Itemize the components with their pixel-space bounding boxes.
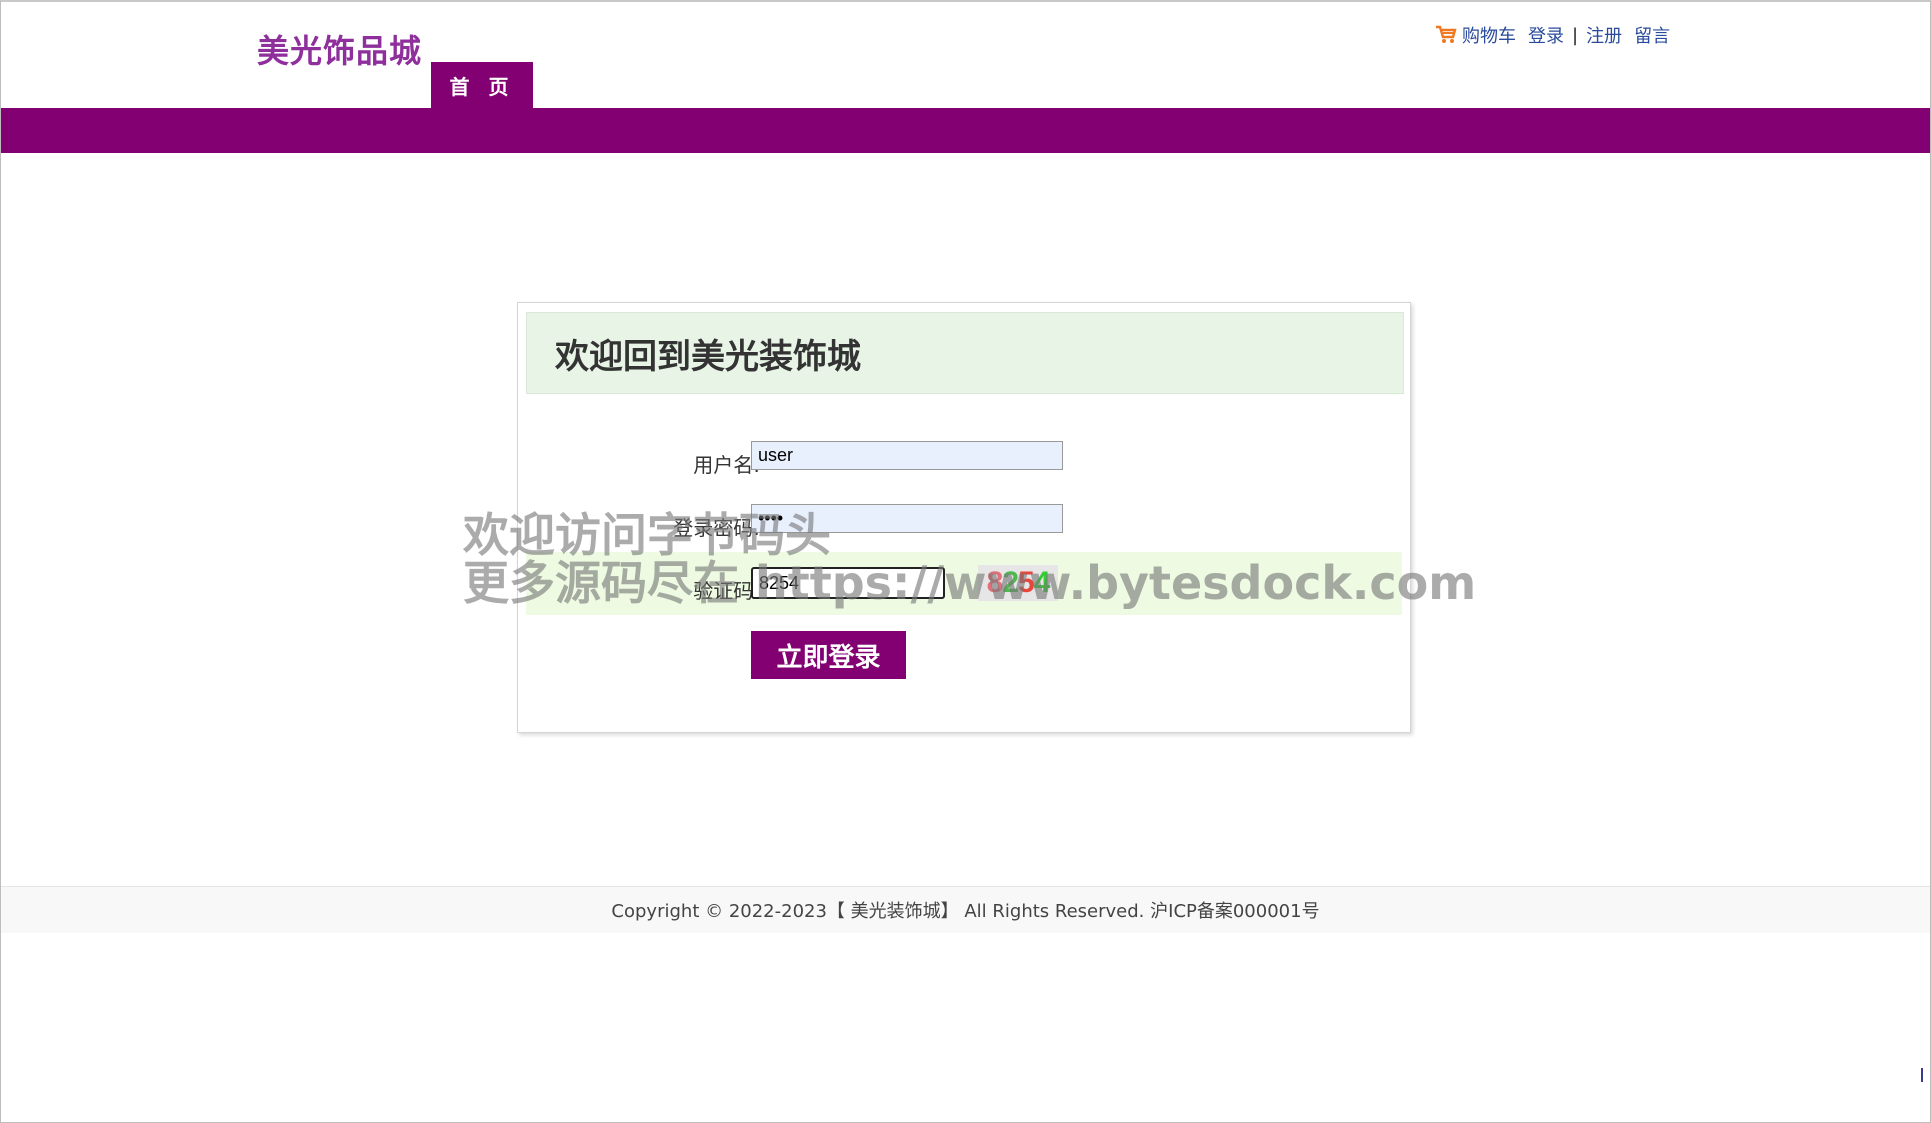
shopping-cart-icon[interactable] — [1435, 25, 1457, 45]
login-title: 欢迎回到美光装饰城 — [555, 336, 861, 377]
nav-home-tab[interactable]: 首 页 — [431, 62, 533, 108]
footer: Copyright © 2022-2023【 美光装饰城】 All Rights… — [1, 886, 1930, 933]
username-input[interactable] — [751, 441, 1063, 470]
username-row: 用户名: — [518, 441, 1410, 481]
message-link[interactable]: 留言 — [1634, 22, 1670, 48]
copyright-text: Copyright © 2022-2023【 美光装饰城】 All Rights… — [611, 901, 1320, 922]
edge-marker — [1921, 1068, 1929, 1082]
top-links: 购物车 登录 | 注册 留言 — [1435, 22, 1670, 48]
username-label: 用户名: — [693, 453, 760, 477]
watermark-line-1: 欢迎访问字节码头 — [463, 508, 831, 562]
site-logo[interactable]: 美光饰品城 — [257, 26, 422, 72]
login-submit-button[interactable]: 立即登录 — [751, 631, 906, 679]
register-link[interactable]: 注册 — [1586, 22, 1622, 48]
login-link[interactable]: 登录 — [1528, 22, 1564, 48]
login-header: 欢迎回到美光装饰城 — [526, 312, 1404, 394]
link-separator: | — [1572, 24, 1579, 46]
cart-link[interactable]: 购物车 — [1462, 22, 1516, 48]
nav-bar — [1, 108, 1930, 153]
watermark-line-2: 更多源码尽在 https://www.bytesdock.com — [463, 556, 1477, 610]
